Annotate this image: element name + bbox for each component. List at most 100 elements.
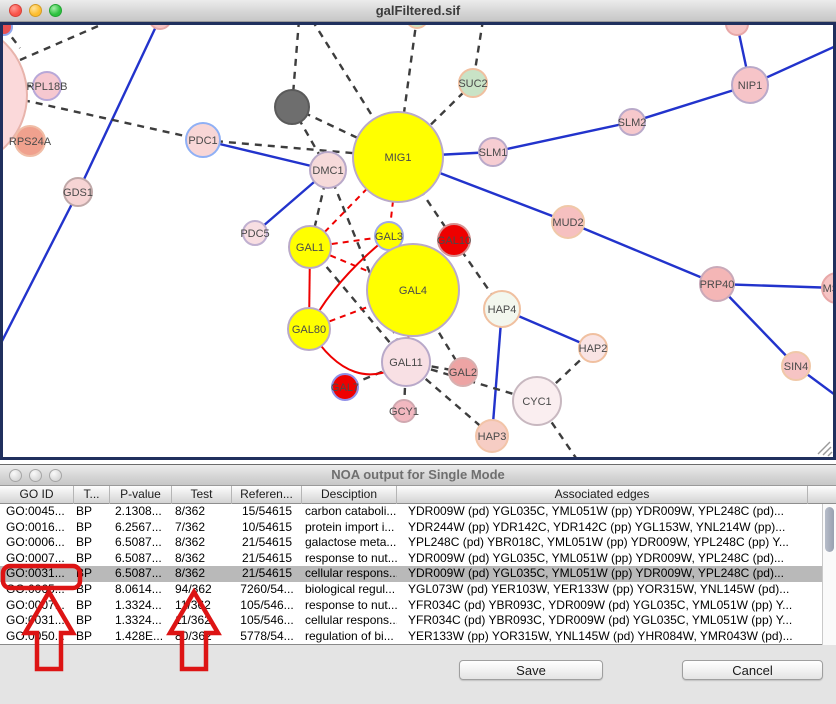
table-cell: 8.0614...	[110, 582, 172, 598]
table-row[interactable]: GO:0006...BP6.5087...8/36221/54615galact…	[0, 535, 836, 551]
table-cell: 8/362	[172, 535, 232, 551]
node-label-CYC1: CYC1	[522, 396, 551, 408]
table-row[interactable]: GO:0065...BP8.0614...94/3627260/54...bio…	[0, 582, 836, 598]
table-cell: 7/362	[172, 520, 232, 536]
node-label-HAP3: HAP3	[478, 431, 507, 443]
node-label-PRP40: PRP40	[700, 279, 735, 291]
column-header-associatededges[interactable]: Associated edges	[397, 486, 808, 504]
table-cell: YDR009W (pd) YGL035C, YML051W (pp) YDR00…	[397, 551, 808, 567]
scrollbar-thumb[interactable]	[825, 507, 834, 552]
node-top-pink-1[interactable]	[149, 25, 171, 29]
node-label-HAP2: HAP2	[579, 343, 608, 355]
network-edge[interactable]	[568, 222, 717, 284]
table-cell: BP	[74, 504, 110, 520]
table-cell: regulation of bi...	[302, 629, 397, 645]
table-cell: GO:0007...	[0, 598, 74, 614]
table-cell: galactose meta...	[302, 535, 397, 551]
network-edge[interactable]	[493, 122, 632, 152]
table-cell: 1.3324...	[110, 598, 172, 614]
node-label-GAL1: GAL1	[296, 242, 324, 254]
table-cell: BP	[74, 629, 110, 645]
network-canvas[interactable]: RPL18BRPS24AGDS1PDC1DMC1MIG1SUC2SLM1SLM2…	[0, 22, 836, 460]
table-cell: GO:0031...	[0, 613, 74, 629]
table-cell: GO:0050...	[0, 629, 74, 645]
table-row[interactable]: GO:0031...BP1.3324...11/362105/546...cel…	[0, 613, 836, 629]
table-cell: BP	[74, 613, 110, 629]
table-cell: BP	[74, 551, 110, 567]
table-cell: GO:0031...	[0, 566, 74, 582]
node-label-GAL80: GAL80	[292, 324, 326, 336]
column-header-t[interactable]: T...	[74, 486, 110, 504]
node-label-SIN4: SIN4	[784, 361, 808, 373]
node-label-HAP4: HAP4	[488, 304, 517, 316]
node-label-GAL3: GAL3	[375, 231, 403, 243]
table-cell: GO:0006...	[0, 535, 74, 551]
table-cell: GO:0065...	[0, 582, 74, 598]
column-header-pvalue[interactable]: P-value	[110, 486, 172, 504]
network-edge[interactable]	[78, 25, 160, 192]
node-label-GDS1: GDS1	[63, 187, 93, 199]
table-cell: YDR009W (pd) YGL035C, YML051W (pp) YDR00…	[397, 566, 808, 582]
table-row[interactable]: GO:0045...BP2.1308...8/36215/54615carbon…	[0, 504, 836, 520]
node-label-NIP1: NIP1	[738, 80, 762, 92]
node-label-GCY1: GCY1	[389, 406, 419, 418]
table-cell: 105/546...	[232, 613, 302, 629]
node-gray-node[interactable]	[275, 90, 309, 124]
node-label-GAL11: GAL11	[389, 357, 422, 369]
table-cell: GO:0045...	[0, 504, 74, 520]
table-cell: 7260/54...	[232, 582, 302, 598]
node-top-pink-2[interactable]	[726, 25, 748, 35]
network-edge[interactable]	[20, 25, 112, 60]
node-label-GAL7: GAL7	[331, 382, 359, 394]
vertical-scrollbar[interactable]	[822, 504, 836, 645]
resize-grip[interactable]	[828, 452, 832, 456]
table-cell: protein import i...	[302, 520, 397, 536]
table-cell: 2.1308...	[110, 504, 172, 520]
table-cell: 10/54615	[232, 520, 302, 536]
network-edge[interactable]	[23, 100, 203, 140]
network-edge[interactable]	[203, 140, 328, 170]
node-label-SLM1: SLM1	[479, 147, 508, 159]
node-label-GAL2: GAL2	[449, 367, 477, 379]
table-cell: biological regul...	[302, 582, 397, 598]
node-top-green[interactable]	[406, 25, 428, 28]
network-graph: RPL18BRPS24AGDS1PDC1DMC1MIG1SUC2SLM1SLM2…	[3, 25, 833, 457]
column-header-desciption[interactable]: Desciption	[302, 486, 397, 504]
table-row[interactable]: GO:0031...BP6.5087...8/36221/54615cellul…	[0, 566, 836, 582]
node-corner[interactable]	[3, 25, 12, 35]
table-cell: 8/362	[172, 551, 232, 567]
node-label-MSL1: MSL1	[823, 283, 833, 295]
network-edge[interactable]	[492, 309, 502, 436]
table-cell: response to nut...	[302, 598, 397, 614]
table-header: GO IDT...P-valueTestReferen...Desciption…	[0, 486, 836, 504]
column-header-referen[interactable]: Referen...	[232, 486, 302, 504]
table-cell: BP	[74, 582, 110, 598]
table-cell: YFR034C (pd) YBR093C, YDR009W (pd) YGL03…	[397, 613, 808, 629]
network-edge[interactable]	[3, 192, 78, 345]
save-button[interactable]: Save	[459, 660, 603, 680]
table-row[interactable]: GO:0050...BP1.428E...80/3625778/54...reg…	[0, 629, 836, 645]
column-header-test[interactable]: Test	[172, 486, 232, 504]
table-cell: BP	[74, 598, 110, 614]
table-row[interactable]: GO:0007...BP6.5087...8/36221/54615respon…	[0, 551, 836, 567]
resize-grip[interactable]	[818, 442, 830, 454]
node-label-RPL18B: RPL18B	[27, 81, 68, 93]
cancel-button[interactable]: Cancel	[682, 660, 823, 680]
table-cell: 21/54615	[232, 551, 302, 567]
table-row[interactable]: GO:0016...BP6.2567...7/36210/54615protei…	[0, 520, 836, 536]
table-row[interactable]: GO:0007...BP1.3324...11/362105/546...res…	[0, 598, 836, 614]
table-cell: 11/362	[172, 598, 232, 614]
table-cell: YFR034C (pd) YBR093C, YDR009W (pd) YGL03…	[397, 598, 808, 614]
table-cell: 105/546...	[232, 598, 302, 614]
noa-window-title: NOA output for Single Mode	[0, 467, 836, 482]
node-label-SLM2: SLM2	[618, 117, 647, 129]
table-cell: 6.2567...	[110, 520, 172, 536]
network-window-titlebar: galFiltered.sif	[0, 0, 836, 22]
node-label-GAL10: GAL10	[437, 235, 471, 247]
table-cell: response to nut...	[302, 551, 397, 567]
node-label-MIG1: MIG1	[385, 152, 412, 164]
table-cell: 8/362	[172, 566, 232, 582]
column-header-goid[interactable]: GO ID	[0, 486, 74, 504]
table-cell: BP	[74, 535, 110, 551]
table-cell: 1.428E...	[110, 629, 172, 645]
